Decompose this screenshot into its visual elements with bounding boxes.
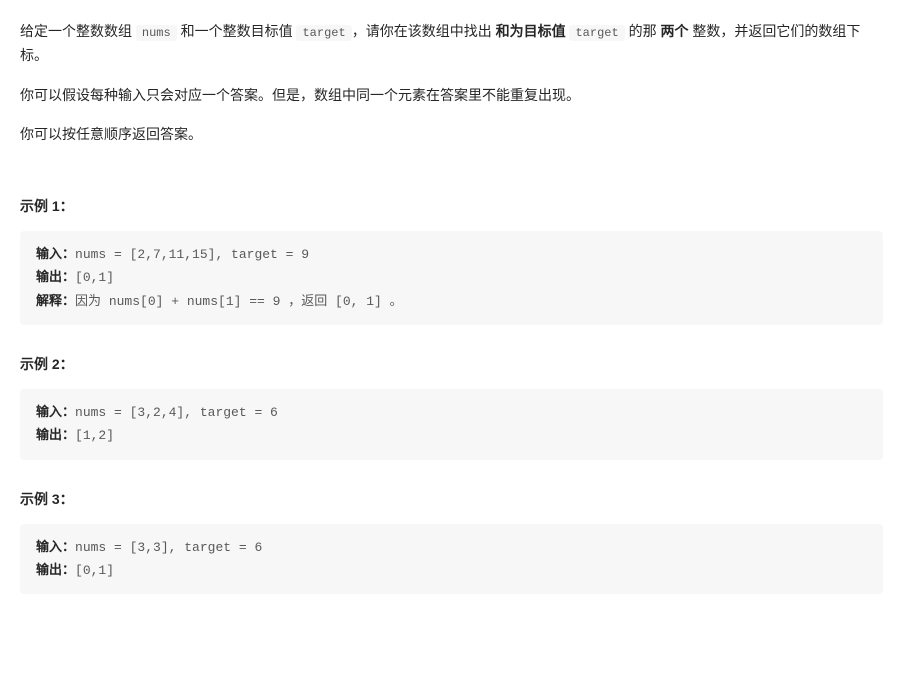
intro-paragraph-1: 给定一个整数数组 nums 和一个整数目标值 target，请你在该数组中找出 …: [20, 20, 883, 68]
explain-label: 解释：: [36, 294, 75, 309]
intro-paragraph-3: 你可以按任意顺序返回答案。: [20, 123, 883, 147]
output-value: [1,2]: [75, 428, 114, 443]
problem-description: 给定一个整数数组 nums 和一个整数目标值 target，请你在该数组中找出 …: [20, 20, 883, 147]
output-label: 输出：: [36, 428, 75, 443]
text: 和一个整数目标值: [177, 23, 297, 39]
input-label: 输入：: [36, 247, 75, 262]
example-block-2: 输入：nums = [3,2,4], target = 6 输出：[1,2]: [20, 389, 883, 460]
input-value: nums = [3,3], target = 6: [75, 540, 262, 555]
output-value: [0,1]: [75, 563, 114, 578]
inline-code-target2: target: [569, 25, 624, 41]
bold-text: 两个: [660, 23, 688, 39]
input-value: nums = [3,2,4], target = 6: [75, 405, 278, 420]
example-heading-1: 示例 1：: [20, 195, 883, 219]
example-block-1: 输入：nums = [2,7,11,15], target = 9 输出：[0,…: [20, 231, 883, 325]
input-label: 输入：: [36, 405, 75, 420]
output-value: [0,1]: [75, 270, 114, 285]
bold-text: 和为目标值: [496, 23, 566, 39]
input-value: nums = [2,7,11,15], target = 9: [75, 247, 309, 262]
text: 给定一个整数数组: [20, 23, 136, 39]
example-heading-2: 示例 2：: [20, 353, 883, 377]
input-label: 输入：: [36, 540, 75, 555]
intro-paragraph-2: 你可以假设每种输入只会对应一个答案。但是，数组中同一个元素在答案里不能重复出现。: [20, 84, 883, 108]
inline-code-target: target: [296, 25, 351, 41]
text: 的那: [625, 23, 661, 39]
text: ，请你在该数组中找出: [352, 23, 496, 39]
inline-code-nums: nums: [136, 25, 177, 41]
output-label: 输出：: [36, 563, 75, 578]
output-label: 输出：: [36, 270, 75, 285]
explain-value: 因为 nums[0] + nums[1] == 9 ，返回 [0, 1] 。: [75, 294, 403, 309]
example-block-3: 输入：nums = [3,3], target = 6 输出：[0,1]: [20, 524, 883, 595]
example-heading-3: 示例 3：: [20, 488, 883, 512]
